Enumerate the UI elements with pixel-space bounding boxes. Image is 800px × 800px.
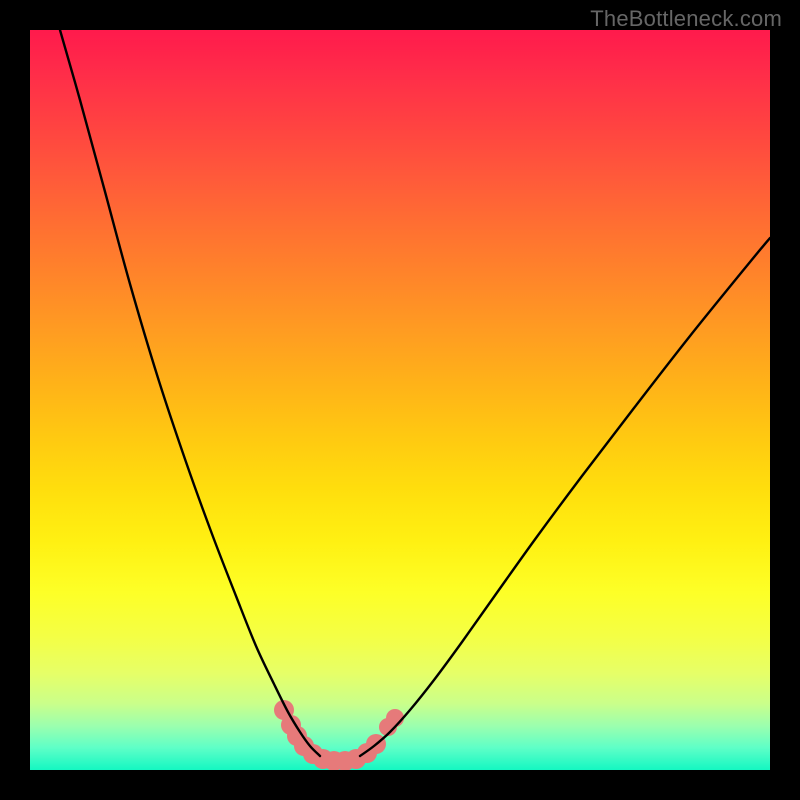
- outer-frame: TheBottleneck.com: [0, 0, 800, 800]
- curve-layer: [30, 30, 770, 770]
- plot-area: [30, 30, 770, 770]
- watermark-text: TheBottleneck.com: [590, 6, 782, 32]
- marker-group: [274, 700, 404, 770]
- highlight-marker: [386, 709, 404, 727]
- right-curve: [360, 238, 770, 756]
- left-curve: [60, 30, 320, 756]
